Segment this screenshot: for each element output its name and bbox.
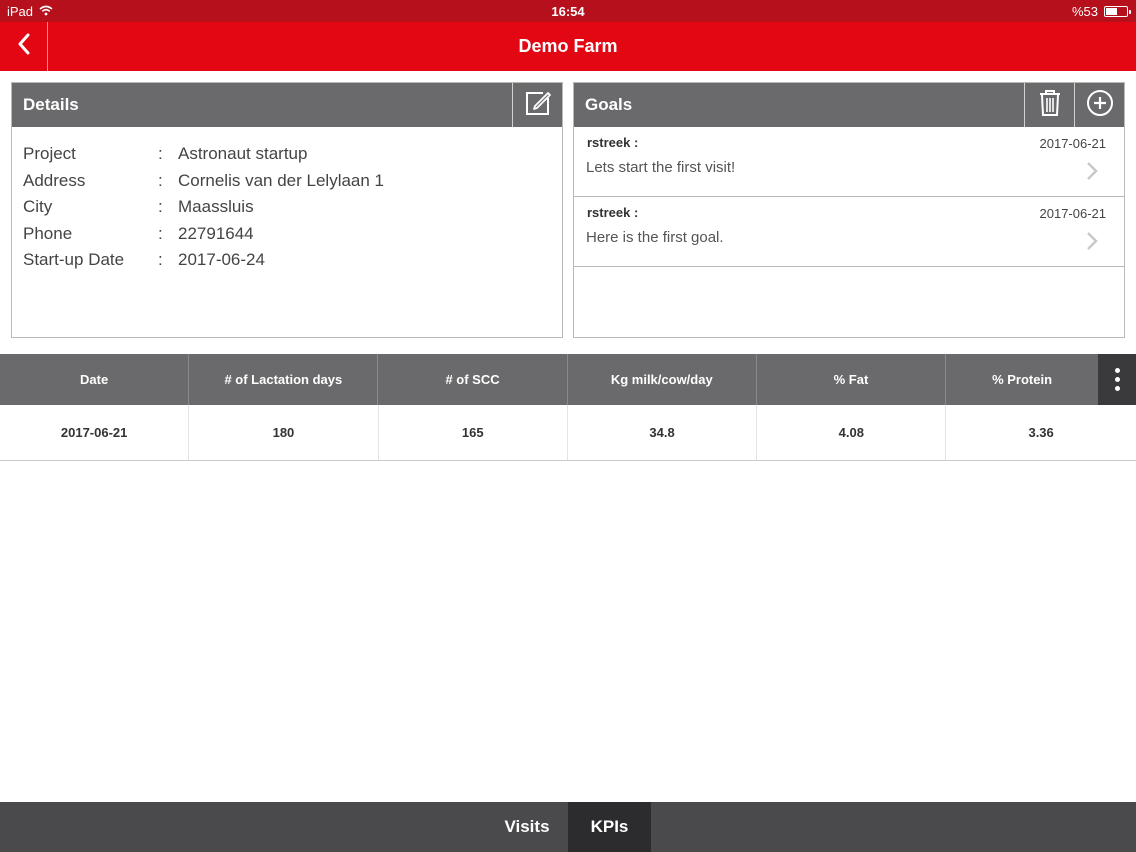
detail-label: City (23, 197, 53, 217)
table-row[interactable]: 2017-06-21 180 165 34.8 4.08 3.36 (0, 405, 1136, 461)
table-cell-date: 2017-06-21 (0, 405, 190, 460)
battery-fill (1106, 8, 1117, 15)
detail-separator: : (158, 197, 163, 217)
status-bar: iPad 16:54 %53 (0, 0, 1136, 22)
more-options-button[interactable] (1098, 354, 1136, 405)
table-cell-scc: 165 (379, 405, 568, 460)
goal-date: 2017-06-21 (1039, 136, 1107, 151)
chevron-right-icon (1086, 231, 1098, 256)
detail-value: Cornelis van der Lelylaan 1 (178, 170, 385, 190)
goal-text: Here is the first goal. (586, 229, 724, 246)
column-header-kg-milk[interactable]: Kg milk/cow/day (568, 354, 757, 405)
detail-separator: : (158, 250, 163, 270)
detail-value: 22791644 (178, 223, 254, 243)
more-vertical-icon (1114, 377, 1120, 382)
table-cell-fat: 4.08 (757, 405, 947, 460)
column-header-protein[interactable]: % Protein (946, 354, 1098, 405)
status-right: %53 (1071, 4, 1131, 19)
page-title: Demo Farm (518, 36, 618, 56)
battery-icon (1104, 6, 1131, 17)
column-header-scc[interactable]: # of SCC (378, 354, 568, 405)
add-goal-button[interactable] (1074, 83, 1124, 127)
goal-item[interactable]: rstreek : 2017-06-21 Lets start the firs… (574, 127, 1124, 197)
detail-value: Astronaut startup (178, 144, 308, 163)
edit-icon (524, 89, 552, 122)
goals-panel: Goals rstreek : 2017-06-21 Lets start th… (573, 82, 1125, 338)
tab-kpis[interactable]: KPIs (568, 802, 651, 852)
table-cell-kg-milk: 34.8 (568, 405, 758, 460)
back-button[interactable] (0, 22, 48, 71)
detail-row-address: Address : Cornelis van der Lelylaan 1 (23, 168, 551, 195)
detail-label: Phone (23, 223, 73, 243)
details-panel: Details Project : Astronaut startup Addr… (11, 82, 563, 338)
edit-details-button[interactable] (512, 83, 562, 127)
chevron-right-icon (1086, 161, 1098, 186)
kpi-table: Date # of Lactation days # of SCC Kg mil… (0, 354, 1136, 461)
column-header-date[interactable]: Date (0, 354, 190, 405)
detail-label: Address (23, 170, 86, 190)
plus-circle-icon (1086, 89, 1114, 122)
detail-separator: : (158, 223, 163, 243)
table-cell-lactation-days: 180 (189, 405, 379, 460)
column-header-fat[interactable]: % Fat (757, 354, 947, 405)
detail-value: Maassluis (178, 197, 254, 217)
detail-row-phone: Phone : 22791644 (23, 221, 551, 248)
column-header-lactation-days[interactable]: # of Lactation days (189, 354, 379, 405)
details-title: Details (23, 95, 79, 114)
more-vertical-icon (1114, 368, 1120, 373)
goal-item[interactable]: rstreek : 2017-06-21 Here is the first g… (574, 197, 1124, 267)
goal-text: Lets start the first visit! (586, 159, 736, 176)
details-body: Project : Astronaut startup Address : Co… (12, 127, 562, 288)
detail-row-city: City : Maassluis (23, 194, 551, 221)
tab-visits[interactable]: Visits (486, 802, 568, 852)
goal-author: rstreek : (587, 135, 639, 150)
detail-label: Project (23, 144, 76, 163)
delete-goal-button[interactable] (1024, 83, 1074, 127)
trash-icon (1038, 89, 1062, 122)
goals-title: Goals (585, 95, 633, 114)
detail-label: Start-up Date (23, 250, 125, 270)
chevron-left-icon (17, 33, 31, 60)
goals-header: Goals (574, 83, 1124, 127)
nav-bar: Demo Farm (0, 22, 1136, 71)
battery-label: %53 (1071, 4, 1098, 19)
status-time: 16:54 (551, 4, 585, 19)
goal-date: 2017-06-21 (1039, 206, 1107, 221)
detail-separator: : (158, 170, 163, 190)
detail-separator: : (158, 144, 163, 163)
more-vertical-icon (1114, 386, 1120, 391)
tab-bar: Visits KPIs (0, 802, 1136, 852)
details-header: Details (12, 83, 562, 127)
detail-row-startup-date: Start-up Date : 2017-06-24 (23, 247, 551, 274)
detail-row-project: Project : Astronaut startup (23, 141, 551, 168)
kpi-table-header: Date # of Lactation days # of SCC Kg mil… (0, 354, 1136, 405)
detail-value: 2017-06-24 (178, 250, 265, 270)
goal-author: rstreek : (587, 205, 639, 220)
table-cell-protein: 3.36 (1028, 425, 1054, 440)
